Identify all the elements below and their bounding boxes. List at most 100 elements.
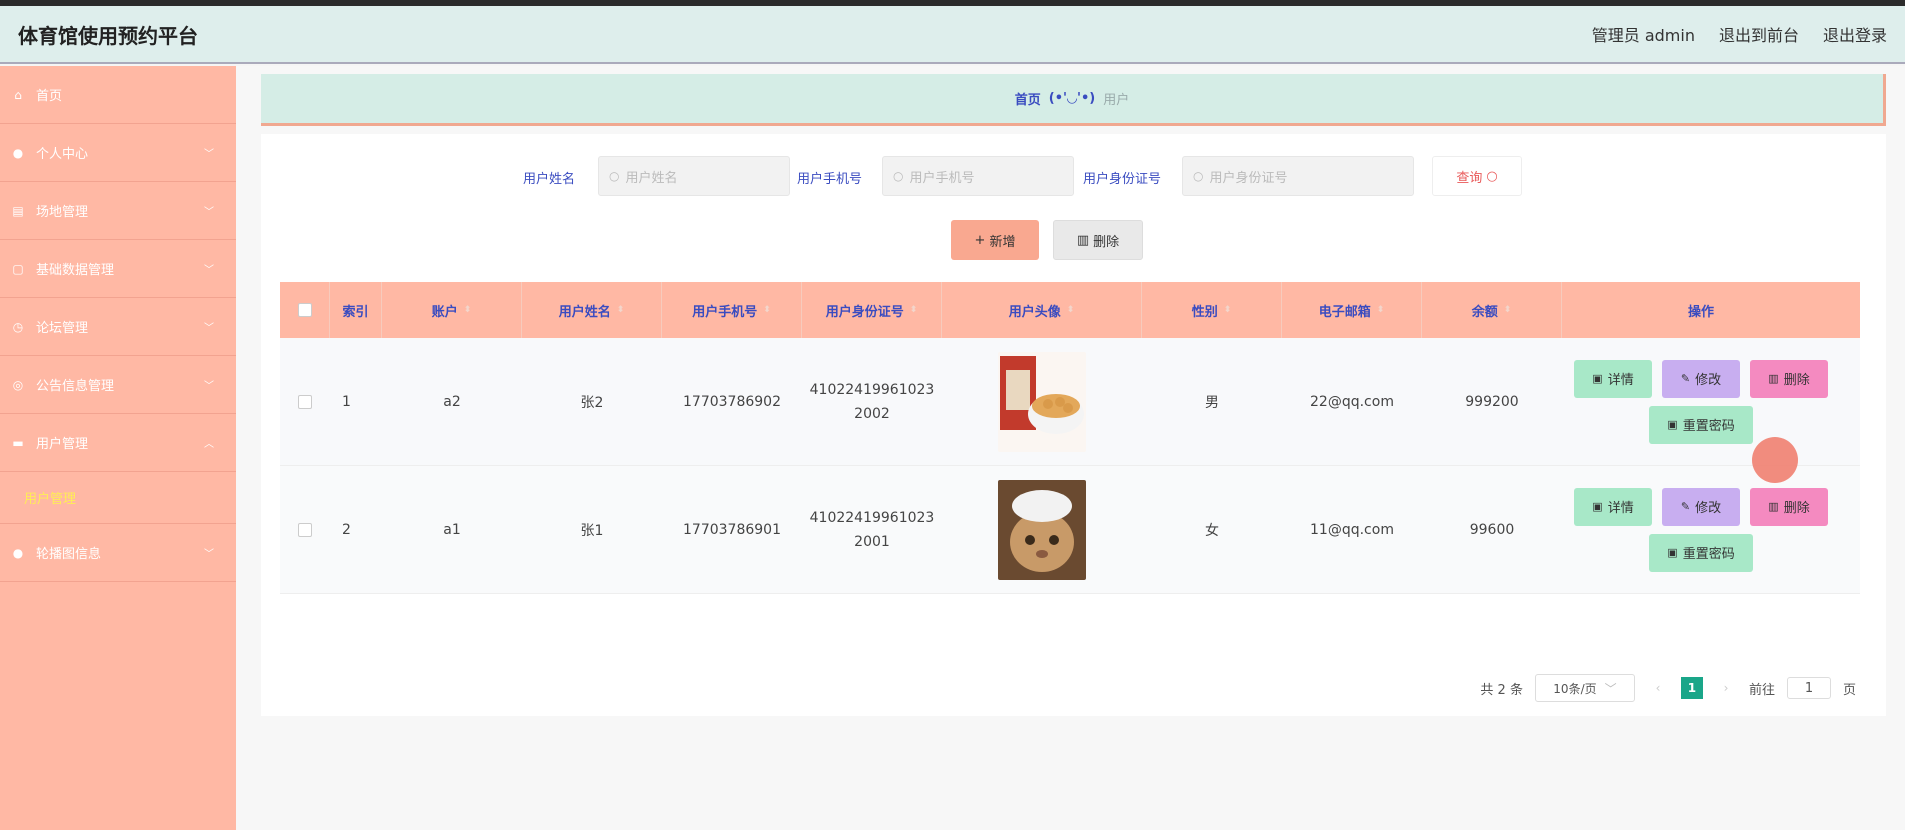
query-button[interactable]: 查询 ○ xyxy=(1432,156,1522,196)
name-search-input[interactable]: ○ 用户姓名 xyxy=(598,156,790,196)
detail-button[interactable]: ▣ 详情 xyxy=(1574,487,1652,526)
delete-button[interactable]: ▥ 删除 xyxy=(1750,359,1828,398)
select-all-checkbox[interactable] xyxy=(297,303,312,317)
col-account[interactable]: 账户 ⬍ xyxy=(382,282,522,338)
document-icon: ▣ xyxy=(1592,372,1603,385)
row-checkbox[interactable] xyxy=(298,522,312,537)
col-label: 用户姓名 xyxy=(558,304,611,320)
page-size-label: 10条/页 xyxy=(1553,681,1597,696)
edit-label: 修改 xyxy=(1695,373,1722,388)
col-balance[interactable]: 余额 ⬍ xyxy=(1422,282,1562,338)
document-icon: ▣ xyxy=(1667,418,1678,431)
to-front-link[interactable]: 退出到前台 xyxy=(1719,22,1799,46)
edit-button[interactable]: ✎ 修改 xyxy=(1662,359,1740,398)
batch-delete-button[interactable]: ▥ 删除 xyxy=(1053,220,1143,260)
row-select-cell xyxy=(280,338,330,465)
chevron-up-icon: ︿ xyxy=(204,439,214,450)
clipboard-icon: ▤ xyxy=(12,203,24,218)
breadcrumb-current: 用户 xyxy=(1103,93,1130,108)
idcard-line: 41022419961023 xyxy=(809,509,935,526)
logout-link[interactable]: 退出登录 xyxy=(1823,22,1887,46)
plus-icon: + xyxy=(974,232,986,248)
row-actions-line: ▣ 详情 ✎ 修改 ▥ 删除 xyxy=(1574,487,1828,526)
breadcrumb-separator: (•'◡'•) xyxy=(1048,91,1096,106)
cell-idcard: 41022419961023 2002 xyxy=(802,338,942,465)
edit-label: 修改 xyxy=(1695,501,1722,516)
chevron-down-icon: ﹀ xyxy=(204,265,214,276)
prev-page-button[interactable]: ‹ xyxy=(1647,677,1669,699)
id-search-placeholder: 用户身份证号 xyxy=(1209,170,1288,186)
trash-icon: ▥ xyxy=(1768,500,1779,513)
sidebar-item-personal[interactable]: ● 个人中心 ﹀ xyxy=(0,124,236,182)
goto-page-input[interactable]: 1 xyxy=(1786,677,1831,699)
chevron-down-icon: ﹀ xyxy=(204,381,214,392)
name-search-label: 用户姓名 xyxy=(523,172,576,187)
row-checkbox[interactable] xyxy=(298,394,312,409)
reset-password-button[interactable]: ▣ 重置密码 xyxy=(1649,405,1753,444)
cell-name: 张2 xyxy=(580,394,604,411)
sort-icon: ⬍ xyxy=(909,305,918,315)
col-gender[interactable]: 性别 ⬍ xyxy=(1142,282,1282,338)
idcard-line: 41022419961023 xyxy=(809,381,935,398)
search-bar: 用户姓名 ○ 用户姓名 用户手机号 ○ 用户手机号 用户身份证号 ○ 用户身份证… xyxy=(261,156,1886,198)
app-title: 体育馆使用预约平台 xyxy=(18,23,198,48)
edit-button[interactable]: ✎ 修改 xyxy=(1662,487,1740,526)
page-size-select[interactable]: 10条/页 ﹀ xyxy=(1534,674,1635,702)
sidebar-subitem-users[interactable]: 用户管理 xyxy=(0,472,236,524)
col-avatar[interactable]: 用户头像 ⬍ xyxy=(942,282,1142,338)
total-count: 共 2 条 xyxy=(1480,682,1523,698)
cell-ops: ▣ 详情 ✎ 修改 ▥ 删除 ▣ 重置密码 xyxy=(1562,338,1840,465)
table-header: 索引 账户 ⬍ 用户姓名 ⬍ 用户手机号 ⬍ 用户身份证号 ⬍ 用户头像 ⬍ 性别 ⬍ 电子… xyxy=(280,282,1860,338)
search-icon: ○ xyxy=(1486,168,1498,184)
cell-index: 1 xyxy=(342,393,351,410)
page-1[interactable]: 1 xyxy=(1680,677,1703,699)
phone-search-input[interactable]: ○ 用户手机号 xyxy=(882,156,1074,196)
col-idcard[interactable]: 用户身份证号 ⬍ xyxy=(802,282,942,338)
col-name[interactable]: 用户姓名 ⬍ xyxy=(522,282,662,338)
delete-button[interactable]: ▥ 删除 xyxy=(1750,487,1828,526)
col-email[interactable]: 电子邮箱 ⬍ xyxy=(1282,282,1422,338)
next-page-button[interactable]: › xyxy=(1715,677,1737,699)
top-header: 体育馆使用预约平台 管理员 admin 退出到前台 退出登录 xyxy=(0,6,1905,64)
col-label: 用户身份证号 xyxy=(825,304,904,320)
add-button[interactable]: + 新增 xyxy=(951,220,1039,260)
detail-button[interactable]: ▣ 详情 xyxy=(1574,359,1652,398)
pencil-icon: ✎ xyxy=(1680,500,1691,513)
detail-label: 详情 xyxy=(1607,501,1634,516)
row-actions: ▣ 详情 ✎ 修改 ▥ 删除 ▣ 重置密码 xyxy=(1574,359,1828,444)
delete-label: 删除 xyxy=(1783,373,1810,388)
row-select-cell xyxy=(280,466,330,593)
col-index: 索引 xyxy=(330,282,382,338)
search-icon: ○ xyxy=(609,169,620,183)
breadcrumb-home[interactable]: 首页 xyxy=(1015,89,1041,108)
sidebar-item-home[interactable]: ⌂ 首页 xyxy=(0,66,236,124)
sidebar-item-label: 首页 xyxy=(36,89,63,104)
select-all-cell xyxy=(280,282,330,338)
breadcrumb: 首页 (•'◡'•) 用户 xyxy=(261,74,1886,126)
id-search-input[interactable]: ○ 用户身份证号 xyxy=(1182,156,1414,196)
sidebar-item-notice[interactable]: ◎ 公告信息管理 ﹀ xyxy=(0,356,236,414)
sidebar-item-basedata[interactable]: ▢ 基础数据管理 ﹀ xyxy=(0,240,236,298)
sidebar-item-carousel[interactable]: ● 轮播图信息 ﹀ xyxy=(0,524,236,582)
sidebar-item-forum[interactable]: ◷ 论坛管理 ﹀ xyxy=(0,298,236,356)
chevron-down-icon: ﹀ xyxy=(1604,681,1617,696)
sidebar-item-venue[interactable]: ▤ 场地管理 ﹀ xyxy=(0,182,236,240)
sort-icon: ⬍ xyxy=(1376,305,1385,315)
sort-icon: ⬍ xyxy=(1066,305,1075,315)
id-search-label: 用户身份证号 xyxy=(1083,172,1162,187)
sidebar-item-users[interactable]: ▬ 用户管理 ︿ xyxy=(0,414,236,472)
phone-search-placeholder: 用户手机号 xyxy=(909,170,975,186)
search-icon: ○ xyxy=(1193,169,1204,183)
sidebar-item-label: 轮播图信息 xyxy=(36,547,102,562)
click-indicator xyxy=(1752,437,1798,483)
cell-ops: ▣ 详情 ✎ 修改 ▥ 删除 ▣ 重置密码 xyxy=(1562,466,1840,593)
sidebar: ⌂ 首页 ● 个人中心 ﹀ ▤ 场地管理 ﹀ ▢ 基础数据管理 ﹀ ◷ 论坛管理… xyxy=(0,66,236,830)
cell-index: 2 xyxy=(342,521,351,538)
cell-idcard: 41022419961023 2001 xyxy=(802,466,942,593)
col-label: 索引 xyxy=(342,304,369,320)
search-icon: ○ xyxy=(893,169,904,183)
col-phone[interactable]: 用户手机号 ⬍ xyxy=(662,282,802,338)
user-table: 索引 账户 ⬍ 用户姓名 ⬍ 用户手机号 ⬍ 用户身份证号 ⬍ 用户头像 ⬍ 性别 ⬍ 电子… xyxy=(280,282,1860,594)
cell-avatar xyxy=(942,338,1142,465)
reset-password-button[interactable]: ▣ 重置密码 xyxy=(1649,533,1753,572)
